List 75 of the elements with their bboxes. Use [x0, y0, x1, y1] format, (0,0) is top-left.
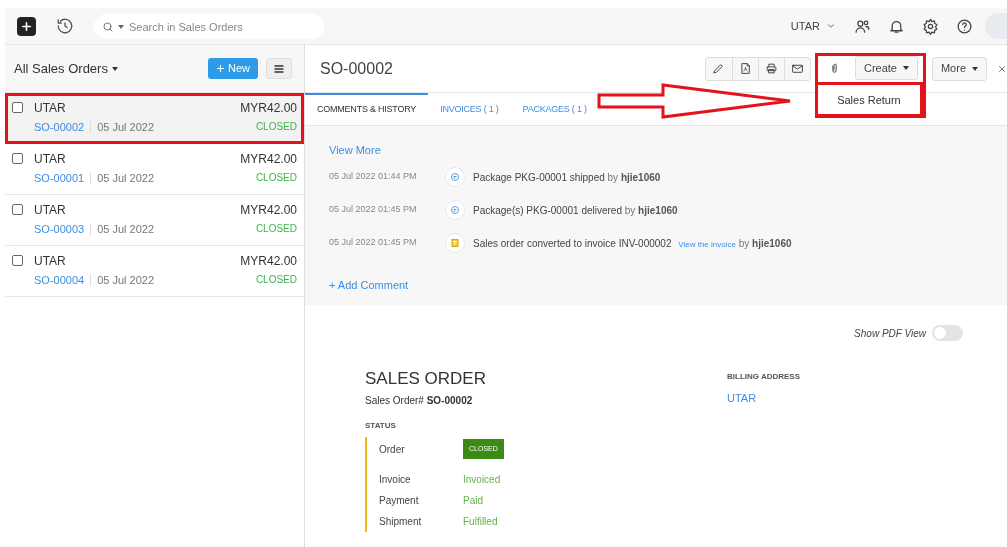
- toggle-switch[interactable]: [932, 325, 963, 341]
- caret-icon: [111, 66, 118, 71]
- timestamp: 05 Jul 2022 01:45 PM: [329, 236, 418, 250]
- status-label: Order: [379, 442, 406, 457]
- customer-name: UTAR: [34, 203, 67, 217]
- new-button[interactable]: New: [208, 58, 258, 79]
- list-view-dropdown[interactable]: All Sales Orders: [14, 58, 118, 79]
- search-icon: [102, 20, 114, 33]
- document-heading: SALES ORDER: [365, 369, 487, 389]
- view-more-link[interactable]: View More: [329, 142, 381, 159]
- caret-icon: [902, 66, 909, 70]
- settings-icon[interactable]: [922, 17, 939, 35]
- order-amount: MYR42.00: [240, 152, 297, 166]
- checkbox[interactable]: [12, 102, 23, 113]
- tab[interactable]: INVOICES ( 1 ): [428, 93, 511, 125]
- menu-item[interactable]: Sales Return: [817, 91, 920, 108]
- caret-icon: [972, 66, 978, 71]
- history-icon[interactable]: [56, 17, 74, 35]
- close-icon[interactable]: [997, 63, 1007, 74]
- status-label: CLOSED: [255, 273, 297, 287]
- status-label: Payment: [379, 494, 420, 508]
- status-label: CLOSED: [255, 120, 297, 134]
- section-heading: BILLING ADDRESS: [727, 371, 801, 383]
- status-label: CLOSED: [255, 222, 297, 236]
- menu-icon: [273, 62, 285, 75]
- status-label: Shipment: [379, 515, 423, 529]
- customer-name: UTAR: [34, 152, 67, 166]
- billing-name-link[interactable]: UTAR: [727, 390, 801, 407]
- toggle-label: Show PDF View: [854, 326, 926, 341]
- search-field[interactable]: Search in Sales Orders: [94, 14, 324, 39]
- timestamp: 05 Jul 2022 01:45 PM: [329, 203, 418, 217]
- order-amount: MYR42.00: [240, 203, 297, 217]
- create-button[interactable]: Create: [854, 56, 918, 80]
- caret-icon: [118, 24, 124, 29]
- more-button[interactable]: More: [931, 56, 987, 81]
- status-value: Fulfilled: [463, 515, 498, 529]
- order-date: 05 Jul 2022: [97, 120, 155, 134]
- timestamp: 05 Jul 2022 01:44 PM: [329, 170, 418, 184]
- organization-dropdown[interactable]: UTAR: [790, 17, 836, 35]
- order-amount: MYR42.00: [240, 101, 297, 115]
- plus-icon: [216, 64, 225, 73]
- order-row[interactable]: UTAR SO-00002 05 Jul 2022 MYR42.00 CLOSED: [5, 93, 304, 144]
- view-invoice-link[interactable]: View the invoice: [678, 239, 736, 249]
- status-value: Paid: [463, 494, 483, 508]
- status-label: CLOSED: [255, 171, 297, 185]
- order-date: 05 Jul 2022: [97, 273, 155, 287]
- order-number[interactable]: SO-00002: [34, 120, 85, 134]
- checkbox[interactable]: [12, 153, 23, 164]
- print-icon: [764, 62, 778, 75]
- checkbox[interactable]: [12, 255, 23, 266]
- order-date: 05 Jul 2022: [97, 171, 155, 185]
- order-number[interactable]: SO-00003: [34, 222, 85, 236]
- record-title: SO-00002: [320, 58, 393, 79]
- menu-button[interactable]: [266, 58, 292, 79]
- order-amount: MYR42.00: [240, 254, 297, 268]
- help-icon[interactable]: [956, 17, 973, 35]
- chevron-down-icon: [826, 21, 836, 31]
- status-label: Invoice: [379, 473, 412, 487]
- section-heading: STATUS: [365, 420, 397, 432]
- order-number[interactable]: SO-00001: [34, 171, 85, 185]
- edit-icon: [712, 62, 726, 75]
- add-icon[interactable]: [17, 16, 36, 36]
- history-entry: Package PKG-00001 shipped by hjie1060: [473, 170, 661, 185]
- customer-name: UTAR: [34, 254, 67, 268]
- status-value: Invoiced: [463, 473, 501, 487]
- history-entry: Package(s) PKG-00001 delivered by hjie1060: [473, 203, 678, 218]
- history-entry: Sales order converted to invoice INV-000002 View the invoice by hjie1060: [473, 236, 792, 251]
- add-comment-link[interactable]: + Add Comment: [329, 276, 409, 293]
- order-date: 05 Jul 2022: [97, 222, 155, 236]
- order-number[interactable]: SO-00004: [34, 273, 85, 287]
- customer-name: UTAR: [34, 101, 67, 115]
- tab[interactable]: PACKAGES ( 1 ): [510, 93, 599, 125]
- mail-icon: [790, 62, 804, 75]
- checkbox[interactable]: [12, 204, 23, 215]
- order-number-line: Sales Order# SO-00002: [365, 394, 474, 408]
